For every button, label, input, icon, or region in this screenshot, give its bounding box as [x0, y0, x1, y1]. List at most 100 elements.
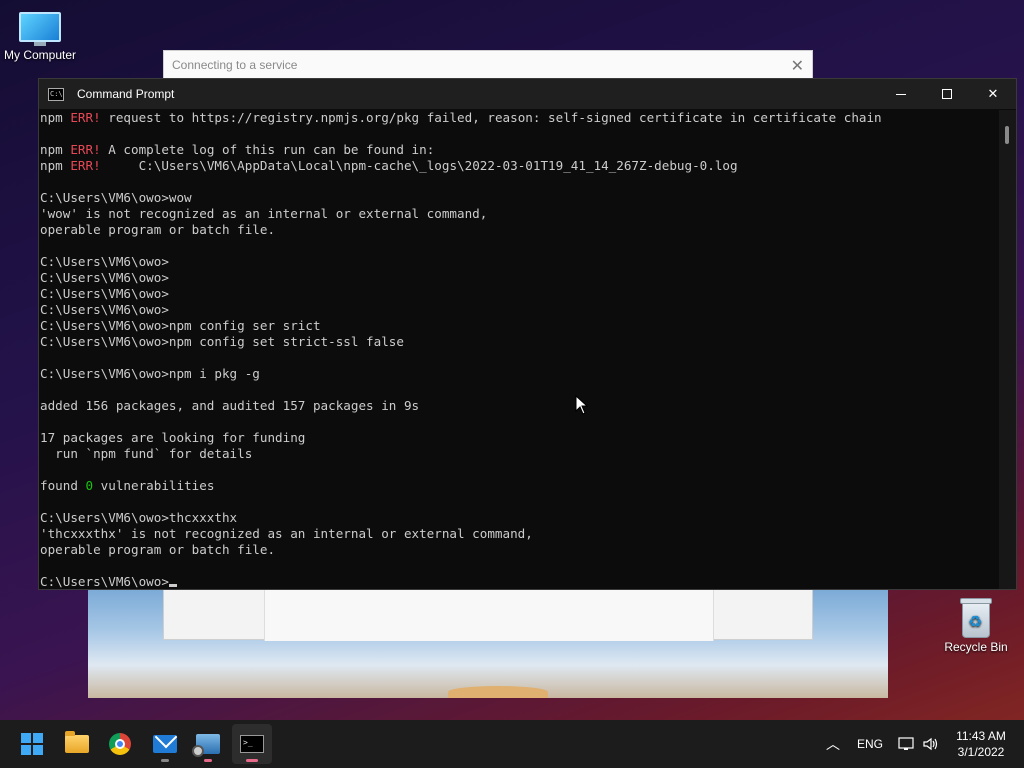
clock-date: 3/1/2022 [957, 745, 1005, 759]
console-text: C:\Users\VM6\owo> [40, 302, 169, 317]
connecting-dialog-title: Connecting to a service [172, 58, 298, 72]
taskbar-mail[interactable] [145, 724, 185, 764]
close-icon: ✕ [987, 86, 999, 102]
connecting-dialog-titlebar[interactable]: Connecting to a service ✕ [164, 51, 812, 80]
console-line: C:\Users\VM6\owo>npm config set strict-s… [40, 334, 999, 350]
console-line: npm ERR! C:\Users\VM6\AppData\Local\npm-… [40, 158, 999, 174]
console-text: C:\Users\VM6\owo>npm config set strict-s… [40, 334, 404, 349]
console-line: C:\Users\VM6\owo> [40, 254, 999, 270]
console-text: C:\Users\VM6\AppData\Local\npm-cache\_lo… [100, 158, 738, 173]
command-prompt-window[interactable]: C:\ Command Prompt ✕ npm ERR! request to… [38, 78, 1017, 590]
recycle-bin-label: Recycle Bin [944, 640, 1008, 654]
maximize-icon [942, 89, 952, 99]
taskbar-file-explorer[interactable] [57, 724, 97, 764]
console-line: C:\Users\VM6\owo> [40, 270, 999, 286]
console-line: npm ERR! request to https://registry.npm… [40, 110, 999, 126]
console-line: C:\Users\VM6\owo>npm config ser srict [40, 318, 999, 334]
chevron-up-icon: ︿ [826, 736, 840, 752]
console-line: 'thcxxxthx' is not recognized as an inte… [40, 526, 999, 542]
console-text: A complete log of this run can be found … [100, 142, 435, 157]
console-line: C:\Users\VM6\owo>wow [40, 190, 999, 206]
command-prompt-icon: >_ [240, 735, 264, 753]
language-label: ENG [857, 737, 884, 751]
my-computer-desktop-icon[interactable]: My Computer [0, 8, 80, 62]
console-text: operable program or batch file. [40, 542, 276, 557]
console-text: C:\Users\VM6\owo> [40, 254, 169, 269]
taskbar-command-prompt[interactable]: >_ [232, 724, 272, 764]
file-explorer-icon [65, 731, 89, 753]
mail-icon [153, 735, 177, 753]
volume-button[interactable] [922, 720, 940, 768]
console-text: 'thcxxxthx' is not recognized as an inte… [40, 526, 533, 541]
show-hidden-icons-button[interactable]: ︿ [826, 720, 840, 768]
console-scrollbar[interactable] [999, 110, 1016, 589]
console-text: operable program or batch file. [40, 222, 276, 237]
console-output[interactable]: npm ERR! request to https://registry.npm… [39, 110, 999, 589]
close-icon[interactable]: ✕ [791, 56, 804, 75]
taskbar: >_ ︿ ENG 11:43 AM 3/1/2022 [0, 720, 1024, 768]
console-text: request to https://registry.npmjs.org/pk… [100, 110, 882, 125]
text-cursor [168, 584, 177, 587]
console-text: C:\Users\VM6\owo> [40, 574, 169, 589]
recycle-bin-desktop-icon[interactable]: ♻ Recycle Bin [936, 596, 1016, 654]
console-text: npm [40, 158, 71, 173]
taskbar-chrome[interactable] [100, 724, 140, 764]
console-line: 17 packages are looking for funding [40, 430, 999, 446]
console-text: found [40, 478, 86, 493]
network-button[interactable] [898, 720, 916, 768]
console-text: C:\Users\VM6\owo>wow [40, 190, 192, 205]
close-button[interactable]: ✕ [970, 79, 1016, 109]
taskbar-remote-desktop[interactable] [188, 724, 228, 764]
console-text: C:\Users\VM6\owo>npm i pkg -g [40, 366, 260, 381]
language-indicator[interactable]: ENG [857, 720, 883, 768]
command-prompt-app-icon: C:\ [48, 87, 64, 101]
console-text: C:\Users\VM6\owo> [40, 286, 169, 301]
start-icon [21, 733, 43, 755]
console-line: C:\Users\VM6\owo> [40, 302, 999, 318]
command-prompt-titlebar[interactable]: C:\ Command Prompt ✕ [39, 79, 1016, 109]
maximize-button[interactable] [924, 79, 970, 109]
console-text: C:\Users\VM6\owo> [40, 270, 169, 285]
console-text: npm [40, 142, 71, 157]
console-line: run `npm fund` for details [40, 446, 999, 462]
connecting-dialog-panel [264, 586, 714, 641]
clock-time: 11:43 AM [956, 729, 1006, 743]
console-text: 'wow' is not recognized as an internal o… [40, 206, 488, 221]
console-text: C:\Users\VM6\owo>npm config ser srict [40, 318, 321, 333]
console-text: ERR! [70, 142, 101, 157]
minimize-icon [896, 93, 906, 95]
console-line: C:\Users\VM6\owo> [40, 574, 999, 589]
remote-desktop-icon [192, 734, 220, 757]
console-line: found 0 vulnerabilities [40, 478, 999, 494]
clock[interactable]: 11:43 AM 3/1/2022 [948, 728, 1014, 760]
start-button[interactable] [12, 724, 52, 764]
scrollbar-thumb[interactable] [1005, 126, 1009, 144]
console-line: 'wow' is not recognized as an internal o… [40, 206, 999, 222]
console-text: vulnerabilities [93, 478, 215, 493]
mouse-pointer-icon [575, 395, 589, 415]
console-line: C:\Users\VM6\owo>thcxxxthx [40, 510, 999, 526]
console-line: added 156 packages, and audited 157 pack… [40, 398, 999, 414]
console-text: npm [40, 110, 71, 125]
recycle-bin-icon: ♻ [958, 596, 994, 638]
network-icon [898, 737, 914, 750]
console-line: C:\Users\VM6\owo> [40, 286, 999, 302]
console-text: 0 [85, 478, 94, 493]
my-computer-label: My Computer [3, 48, 77, 62]
console-line: operable program or batch file. [40, 222, 999, 238]
window-title: Command Prompt [77, 87, 175, 101]
console-line: C:\Users\VM6\owo>npm i pkg -g [40, 366, 999, 382]
minimize-button[interactable] [878, 79, 924, 109]
console-line: operable program or batch file. [40, 542, 999, 558]
console-text: 17 packages are looking for funding [40, 430, 306, 445]
console-text: run `npm fund` for details [40, 446, 253, 461]
